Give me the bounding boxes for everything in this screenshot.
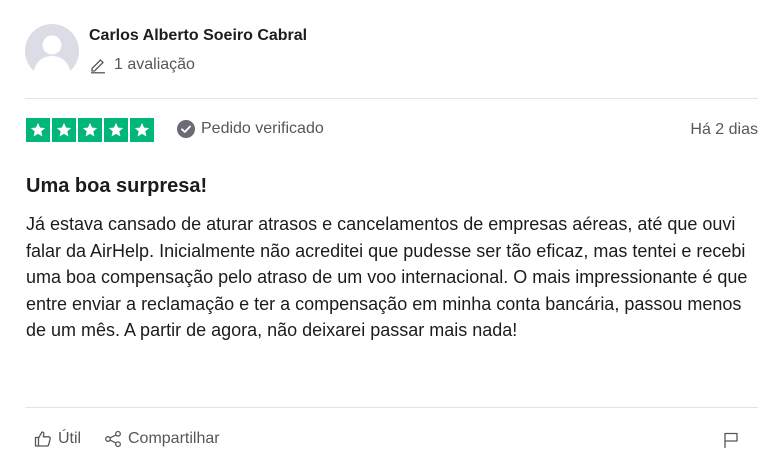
check-circle-icon: [177, 120, 195, 138]
review-card: Carlos Alberto Soeiro Cabral 1 avaliação: [0, 0, 780, 476]
star-icon: [130, 118, 154, 142]
flag-icon: [724, 432, 738, 448]
review-count: 1 avaliação: [89, 56, 195, 74]
avatar[interactable]: [25, 24, 79, 78]
star-icon: [78, 118, 102, 142]
divider: [25, 98, 758, 99]
review-body: Já estava cansado de aturar atrasos e ca…: [26, 214, 748, 340]
star-rating: [26, 118, 154, 142]
reviewer-name[interactable]: Carlos Alberto Soeiro Cabral: [89, 27, 307, 45]
pencil-icon: [89, 56, 107, 74]
flag-button[interactable]: [722, 431, 740, 449]
divider: [25, 407, 758, 408]
verified-badge[interactable]: Pedido verificado: [177, 120, 324, 138]
thumbs-up-icon: [34, 430, 52, 448]
review-title[interactable]: Uma boa surpresa!: [26, 175, 207, 198]
user-silhouette-icon: [33, 35, 71, 78]
useful-label: Útil: [58, 430, 82, 447]
review-date: Há 2 dias: [690, 121, 758, 138]
star-icon: [26, 118, 50, 142]
share-icon: [104, 430, 122, 448]
star-icon: [104, 118, 128, 142]
useful-button[interactable]: Útil: [34, 430, 81, 448]
star-icon: [52, 118, 76, 142]
share-button[interactable]: Compartilhar: [104, 430, 220, 448]
verified-label: Pedido verificado: [201, 120, 324, 137]
share-label: Compartilhar: [128, 430, 220, 447]
review-count-label: 1 avaliação: [114, 56, 195, 73]
